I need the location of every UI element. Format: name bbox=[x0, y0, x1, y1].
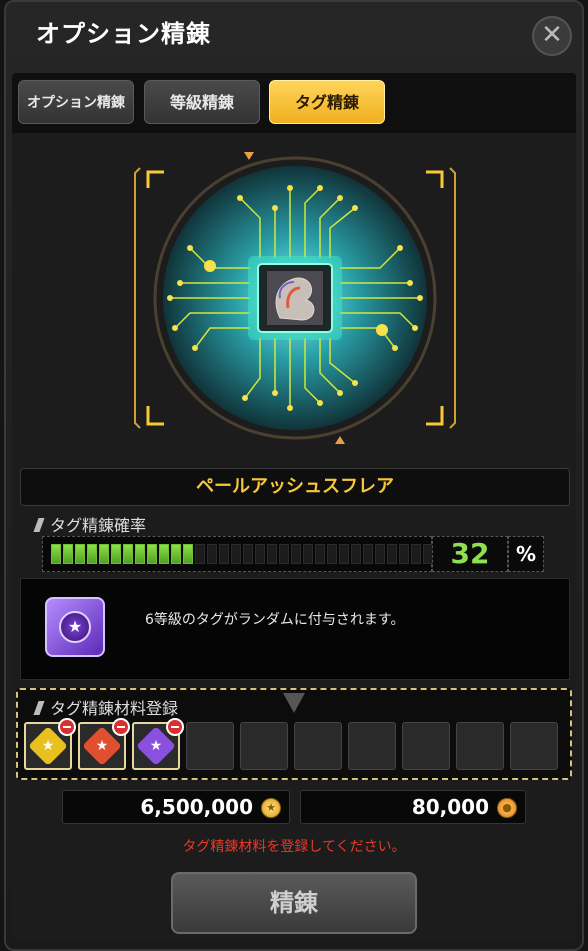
gauge-segment bbox=[219, 544, 229, 564]
gauge-segment bbox=[75, 544, 85, 564]
gauge-segment bbox=[267, 544, 277, 564]
flame-crest-icon bbox=[265, 269, 325, 327]
star-icon: ★ bbox=[41, 738, 55, 754]
gauge-segment bbox=[375, 544, 385, 564]
dialog-title: オプション精錬 bbox=[36, 20, 211, 48]
orange-coin-icon: ● bbox=[497, 798, 517, 818]
gauge-segment bbox=[255, 544, 265, 564]
gauge-segment bbox=[411, 544, 421, 564]
probability-unit: % bbox=[508, 536, 544, 572]
result-info-text: 6等級のタグがランダムに付与されます。 bbox=[145, 612, 405, 628]
gauge-segment bbox=[291, 544, 301, 564]
material-slot-empty[interactable] bbox=[456, 722, 504, 770]
gauge-segment bbox=[315, 544, 325, 564]
gauge-segment bbox=[51, 544, 61, 564]
material-slot-filled[interactable]: ★ bbox=[24, 718, 76, 770]
gauge-segment bbox=[303, 544, 313, 564]
probability-gauge bbox=[42, 536, 481, 572]
material-slot-empty[interactable] bbox=[240, 722, 288, 770]
refine-button[interactable]: 精錬 bbox=[171, 872, 417, 934]
tab-option-refine[interactable]: オプション精錬 bbox=[18, 80, 134, 124]
pointer-arrow-icon bbox=[283, 693, 305, 713]
gauge-segment bbox=[99, 544, 109, 564]
purple-star-tag-icon: ★ bbox=[45, 597, 105, 657]
gauge-segment bbox=[135, 544, 145, 564]
gold-coin-icon: ★ bbox=[261, 798, 281, 818]
gold-cost-box: 6,500,000 ★ bbox=[62, 790, 290, 824]
gauge-segment bbox=[63, 544, 73, 564]
circuit-board-illustration bbox=[134, 152, 456, 444]
material-slot-empty[interactable] bbox=[348, 722, 396, 770]
gauge-segment bbox=[147, 544, 157, 564]
material-header: タグ精錬材料登録 bbox=[33, 695, 178, 719]
gauge-segment bbox=[123, 544, 133, 564]
close-icon: ✕ bbox=[541, 20, 563, 50]
gauge-segment bbox=[195, 544, 205, 564]
gauge-segment bbox=[183, 544, 193, 564]
gauge-segment bbox=[243, 544, 253, 564]
gauge-segment bbox=[363, 544, 373, 564]
star-icon: ★ bbox=[149, 738, 163, 754]
gold-cost-value: 6,500,000 bbox=[140, 795, 253, 819]
tab-tag-refine[interactable]: タグ精錬 bbox=[269, 80, 385, 124]
material-slot-empty[interactable] bbox=[294, 722, 342, 770]
gauge-segment bbox=[399, 544, 409, 564]
tab-bar: オプション精錬 等級精錬 タグ精錬 bbox=[12, 73, 576, 133]
result-info-box: ★ 6等級のタグがランダムに付与されます。 bbox=[20, 578, 570, 680]
material-slot-empty[interactable] bbox=[402, 722, 450, 770]
remove-material-button[interactable] bbox=[58, 718, 76, 736]
remove-material-button[interactable] bbox=[166, 718, 184, 736]
item-name-bar: ペールアッシュスフレア bbox=[20, 468, 570, 506]
gauge-segment bbox=[207, 544, 217, 564]
point-cost-value: 80,000 bbox=[411, 795, 489, 819]
material-slot-empty[interactable] bbox=[510, 722, 558, 770]
gauge-segment bbox=[339, 544, 349, 564]
gauge-segment bbox=[351, 544, 361, 564]
gauge-segment bbox=[111, 544, 121, 564]
gauge-segment bbox=[279, 544, 289, 564]
warning-message: タグ精錬材料を登録してください。 bbox=[182, 839, 406, 855]
probability-value: 32 bbox=[432, 536, 508, 572]
material-slot-empty[interactable] bbox=[186, 722, 234, 770]
close-button[interactable]: ✕ bbox=[532, 16, 572, 56]
gauge-segment bbox=[387, 544, 397, 564]
point-cost-box: 80,000 ● bbox=[300, 790, 526, 824]
gauge-segment bbox=[327, 544, 337, 564]
material-slot-filled[interactable]: ★ bbox=[78, 718, 130, 770]
gauge-segment bbox=[159, 544, 169, 564]
remove-material-button[interactable] bbox=[112, 718, 130, 736]
gauge-segment bbox=[87, 544, 97, 564]
gauge-segment bbox=[171, 544, 181, 564]
probability-header: タグ精錬確率 bbox=[33, 512, 146, 536]
gauge-segment bbox=[231, 544, 241, 564]
star-icon: ★ bbox=[95, 738, 109, 754]
material-slot-filled[interactable]: ★ bbox=[132, 718, 184, 770]
tab-grade-refine[interactable]: 等級精錬 bbox=[144, 80, 260, 124]
